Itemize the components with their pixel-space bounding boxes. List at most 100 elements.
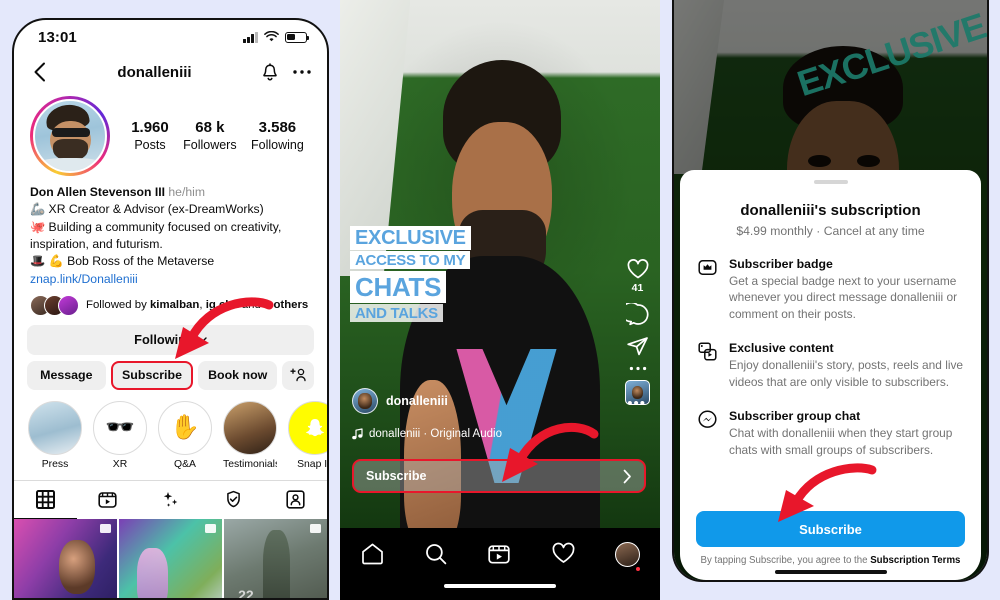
home-icon bbox=[361, 543, 383, 565]
nav-activity[interactable] bbox=[551, 542, 576, 570]
reel-comment-action[interactable] bbox=[626, 303, 649, 326]
bio-line-3: 🎩 💪 Bob Ross of the Metaverse bbox=[30, 254, 215, 269]
add-person-button[interactable] bbox=[282, 360, 315, 390]
screenshot-stage: 13:01 donalleniii 1.960 Posts 68 k Follo… bbox=[0, 0, 1000, 600]
nav-profile[interactable] bbox=[615, 542, 641, 571]
raised-hand-emoji: ✋ bbox=[158, 400, 212, 455]
share-paperplane-icon bbox=[627, 337, 648, 356]
subscription-terms-link[interactable]: Subscription Terms bbox=[870, 555, 960, 566]
bio-line-1: 🦾 XR Creator & Advisor (ex-DreamWorks) bbox=[30, 202, 264, 217]
sheet-drag-handle[interactable] bbox=[813, 180, 848, 184]
bio-line-2: 🐙 Building a community focused on creati… bbox=[30, 219, 282, 251]
notification-bell-icon[interactable] bbox=[259, 61, 281, 83]
caption-line-1: EXCLUSIVE bbox=[350, 226, 471, 250]
sheet-subscribe-button[interactable]: Subscribe bbox=[696, 511, 965, 547]
home-indicator bbox=[444, 584, 556, 588]
reel-caption-overlay: EXCLUSIVE ACCESS TO MY CHATS AND TALKS bbox=[350, 226, 498, 324]
nav-home[interactable] bbox=[360, 542, 385, 571]
avatar[interactable] bbox=[30, 96, 110, 176]
more-options-icon[interactable] bbox=[291, 61, 313, 83]
subscribe-button[interactable]: Subscribe bbox=[110, 360, 194, 390]
feature-subscriber-badge: Subscriber badge Get a special badge nex… bbox=[696, 257, 965, 322]
tab-effects[interactable] bbox=[139, 481, 202, 519]
feature-description: Get a special badge next to your usernam… bbox=[729, 274, 958, 321]
chevron-right-icon bbox=[623, 469, 631, 483]
reel-like-action[interactable]: 41 bbox=[626, 258, 650, 294]
highlight-xr[interactable]: 🕶️ XR bbox=[93, 400, 147, 470]
subscriber-badge-icon bbox=[696, 257, 718, 322]
feature-subscriber-group-chat: Subscriber group chat Chat with donallen… bbox=[696, 409, 965, 458]
reel-author-row[interactable]: donalleniii bbox=[352, 388, 448, 414]
reel-audio-row[interactable]: donalleniii · Original Audio bbox=[352, 428, 502, 440]
nav-reels[interactable] bbox=[487, 542, 511, 571]
highlight-testimonials[interactable]: Testimonials bbox=[223, 400, 277, 470]
chevron-down-icon bbox=[198, 337, 207, 343]
subscription-sheet-panel: EXCLUSIVE donalleniii's subscription $4.… bbox=[672, 0, 989, 582]
stat-posts[interactable]: 1.960 Posts bbox=[131, 119, 169, 153]
sunglasses-emoji: 🕶️ bbox=[93, 400, 147, 455]
reel-caption-more-icon[interactable]: ••• bbox=[627, 396, 646, 411]
profile-nav-bar: donalleniii bbox=[14, 54, 327, 90]
back-chevron-icon[interactable] bbox=[28, 61, 50, 83]
bottom-nav-bar bbox=[340, 528, 660, 600]
stat-followers[interactable]: 68 k Followers bbox=[183, 119, 237, 153]
tab-reels[interactable] bbox=[77, 481, 140, 519]
status-bar-time: 13:01 bbox=[38, 28, 77, 46]
highlight-cover-press bbox=[28, 400, 82, 455]
stat-label: Following bbox=[250, 137, 304, 152]
instagram-profile-panel: 13:01 donalleniii 1.960 Posts 68 k Follo… bbox=[12, 18, 329, 600]
highlight-press[interactable]: Press bbox=[28, 400, 82, 470]
wifi-icon bbox=[264, 31, 279, 42]
highlight-label: Press bbox=[41, 458, 69, 470]
reels-icon bbox=[488, 545, 511, 564]
reel-action-rail: 41 bbox=[625, 258, 650, 405]
comment-bubble-icon bbox=[626, 303, 649, 326]
grid-post-1[interactable] bbox=[14, 518, 118, 598]
heart-icon bbox=[552, 542, 575, 563]
sheet-subtitle: $4.99 monthly · Cancel at any time bbox=[736, 224, 925, 238]
tab-grid[interactable] bbox=[14, 481, 77, 519]
feature-title: Subscriber group chat bbox=[729, 409, 861, 424]
grid-post-2[interactable] bbox=[118, 518, 223, 598]
highlight-snap[interactable]: Snap In bbox=[288, 400, 327, 470]
nav-search[interactable] bbox=[424, 542, 448, 571]
add-person-icon bbox=[289, 369, 306, 382]
highlight-label: Q&A bbox=[174, 458, 196, 470]
followed-by-row[interactable]: Followed by kimalban, ig.cbx and 2 other… bbox=[14, 288, 327, 316]
feature-exclusive-content: Exclusive content Enjoy donalleniii's st… bbox=[696, 341, 965, 390]
music-note-icon bbox=[352, 428, 363, 440]
followed-by-prefix: Followed by bbox=[86, 299, 150, 312]
highlight-qa[interactable]: ✋ Q&A bbox=[158, 400, 212, 470]
battery-icon bbox=[285, 31, 310, 43]
reel-like-count: 41 bbox=[631, 282, 644, 294]
tab-verified[interactable] bbox=[202, 481, 265, 519]
mutual-avatars bbox=[30, 294, 79, 316]
stat-label: Posts bbox=[134, 137, 166, 152]
bio-link[interactable]: znap.link/Donalleniii bbox=[30, 271, 311, 288]
reel-subscribe-bar[interactable]: Subscribe bbox=[352, 459, 646, 493]
grid-post-3[interactable]: 22 bbox=[223, 518, 327, 600]
stat-following[interactable]: 3.586 Following bbox=[251, 119, 304, 153]
author-avatar bbox=[352, 388, 378, 414]
following-button-label: Following bbox=[134, 332, 194, 348]
bio-name: Don Allen Stevenson III bbox=[30, 185, 165, 199]
multi-post-icon bbox=[100, 523, 112, 533]
following-button[interactable]: Following bbox=[27, 324, 314, 355]
subscription-bottom-sheet: donalleniii's subscription $4.99 monthly… bbox=[680, 170, 981, 580]
reel-more-action[interactable] bbox=[629, 366, 647, 371]
mutual-user-1: kimalban bbox=[149, 299, 200, 312]
grid-post-overlay-number: 22 bbox=[238, 587, 254, 600]
book-now-button[interactable]: Book now bbox=[198, 360, 278, 390]
message-button[interactable]: Message bbox=[27, 360, 106, 390]
reel-audio-label: donalleniii · Original Audio bbox=[369, 428, 502, 440]
stat-value: 1.960 bbox=[131, 119, 169, 137]
reel-share-action[interactable] bbox=[626, 335, 649, 357]
multi-post-icon bbox=[205, 523, 217, 533]
profile-tabs bbox=[14, 479, 327, 519]
exclusive-content-icon bbox=[696, 341, 718, 390]
highlight-label: Testimonials bbox=[223, 458, 277, 470]
tagged-tab-icon bbox=[286, 490, 305, 510]
search-icon bbox=[426, 544, 447, 565]
mutual-user-2: ig.cbx bbox=[205, 299, 239, 312]
tab-tagged[interactable] bbox=[264, 481, 327, 519]
